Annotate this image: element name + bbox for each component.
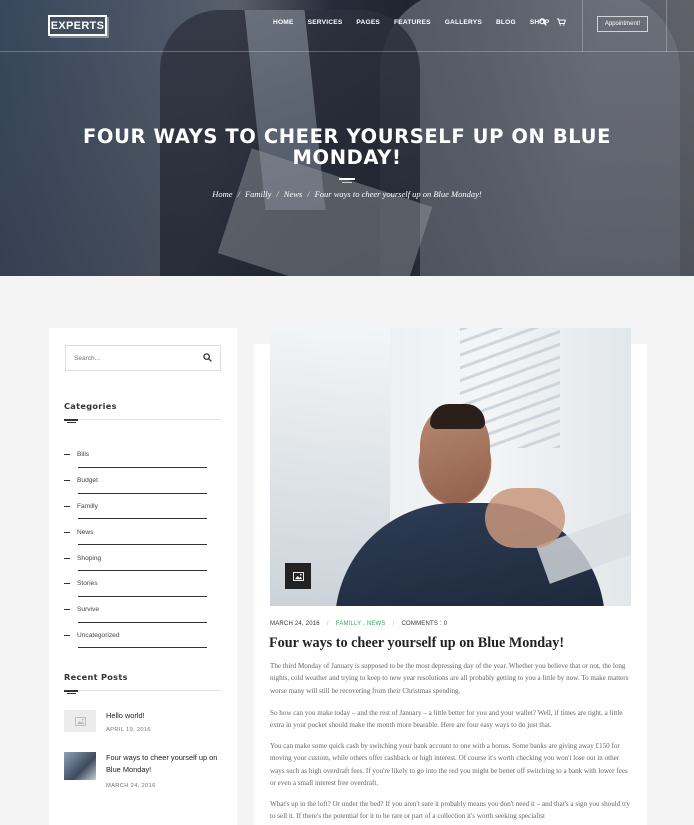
categories-title: Categories (64, 401, 117, 411)
breadcrumb-familly[interactable]: Familly (245, 189, 271, 199)
main-menu: HOME SERVICES PAGES FEATURES GALLERYS BL… (273, 19, 563, 26)
widget-divider (64, 419, 221, 420)
recent-post-date: MARCH 24, 2016 (106, 783, 156, 789)
article-comments[interactable]: COMMENTS : 0 (402, 621, 448, 627)
category-label[interactable]: Survive (77, 606, 99, 613)
menu-item-features[interactable]: FEATURES (394, 19, 431, 26)
list-bullet (64, 583, 70, 585)
widget-divider (64, 690, 221, 691)
search-icon[interactable] (539, 18, 547, 28)
article-paragraph: What's up in the loft? Or under the bed?… (270, 800, 630, 821)
site-logo[interactable]: EXPERTS (48, 15, 107, 36)
breadcrumb: Home / Familly / News / Four ways to cheer you… (212, 189, 482, 199)
top-navbar: EXPERTS HOME SERVICES PAGES FEATURES GAL… (0, 0, 694, 52)
featured-image[interactable] (270, 328, 631, 606)
recent-post-title[interactable]: Hello world! (106, 710, 226, 722)
category-label[interactable]: Uncategorized (77, 632, 120, 639)
list-bullet (64, 557, 70, 559)
search-icon[interactable] (203, 353, 212, 362)
article-paragraph: You can make some quick cash by switchin… (270, 742, 628, 788)
article-categories[interactable]: FAMILLY , NEWS (336, 621, 386, 627)
breadcrumb-news[interactable]: News (284, 189, 302, 199)
category-item-familly[interactable]: Familly (64, 494, 209, 520)
recent-post-title[interactable]: Four ways to cheer yourself up on Blue M… (106, 752, 226, 776)
menu-item-pages[interactable]: PAGES (356, 19, 380, 26)
photo-detail (485, 488, 565, 548)
category-label[interactable]: News (77, 529, 94, 536)
categories-list: Bills Budget Familly News Shoping Storie… (64, 442, 209, 649)
list-bullet (64, 634, 70, 636)
category-label[interactable]: Bills (77, 451, 89, 458)
category-label[interactable]: Budget (77, 477, 98, 484)
list-bullet (64, 480, 70, 482)
meta-separator: / (326, 621, 329, 627)
category-item-budget[interactable]: Budget (64, 468, 209, 494)
category-item-survive[interactable]: Survive (64, 597, 209, 623)
recent-post-thumbnail[interactable] (64, 752, 96, 780)
recent-posts-title: Recent Posts (64, 672, 128, 682)
recent-post-date: APRIL 19, 2016 (106, 727, 151, 733)
hero-banner: EXPERTS HOME SERVICES PAGES FEATURES GAL… (0, 0, 694, 276)
appointment-button[interactable]: Appointment! (597, 16, 648, 32)
photo-person (430, 404, 485, 429)
menu-item-home[interactable]: HOME (273, 19, 294, 26)
image-placeholder-icon (74, 716, 86, 726)
image-format-icon (285, 563, 311, 589)
category-item-shoping[interactable]: Shoping (64, 545, 209, 571)
widget-accent (64, 690, 78, 692)
cart-icon[interactable] (557, 18, 566, 28)
breadcrumb-current: Four ways to cheer yourself up on Blue M… (314, 189, 482, 199)
category-item-stories[interactable]: Stories (64, 571, 209, 597)
nav-divider (666, 0, 667, 52)
category-item-uncategorized[interactable]: Uncategorized (64, 623, 209, 649)
category-underline (78, 647, 207, 649)
article-meta: MARCH 24, 2016 / FAMILLY , NEWS / COMMEN… (270, 621, 447, 627)
widget-accent (64, 419, 78, 421)
widget-accent (67, 422, 76, 423)
widget-accent (67, 693, 76, 694)
title-divider (339, 178, 355, 180)
category-label[interactable]: Familly (77, 503, 98, 510)
sidebar: Categories Bills Budget Familly News Sho… (49, 328, 237, 825)
list-bullet (64, 454, 70, 456)
menu-item-blog[interactable]: BLOG (496, 19, 516, 26)
menu-item-gallerys[interactable]: GALLERYS (445, 19, 482, 26)
list-bullet (64, 609, 70, 611)
title-divider (342, 182, 352, 183)
search-form (65, 345, 221, 371)
category-item-bills[interactable]: Bills (64, 442, 209, 468)
category-label[interactable]: Stories (77, 580, 98, 587)
breadcrumb-home[interactable]: Home (212, 189, 232, 199)
category-item-news[interactable]: News (64, 519, 209, 546)
article-date: MARCH 24, 2016 (270, 621, 320, 627)
search-input[interactable] (66, 346, 196, 370)
recent-post-thumbnail[interactable] (64, 710, 96, 732)
article-title[interactable]: Four ways to cheer yourself up on Blue M… (269, 635, 639, 652)
category-label[interactable]: Shoping (77, 555, 101, 562)
page-title: Four ways to cheer yourself up on Blue M… (83, 125, 611, 169)
list-bullet (64, 505, 70, 507)
list-bullet (64, 531, 70, 533)
menu-item-services[interactable]: SERVICES (308, 19, 343, 26)
nav-divider (582, 0, 583, 52)
article-paragraph: So how can you make today – and the rest… (270, 709, 623, 730)
meta-separator: / (392, 621, 395, 627)
article-paragraph: The third Monday of January is supposed … (270, 662, 629, 695)
